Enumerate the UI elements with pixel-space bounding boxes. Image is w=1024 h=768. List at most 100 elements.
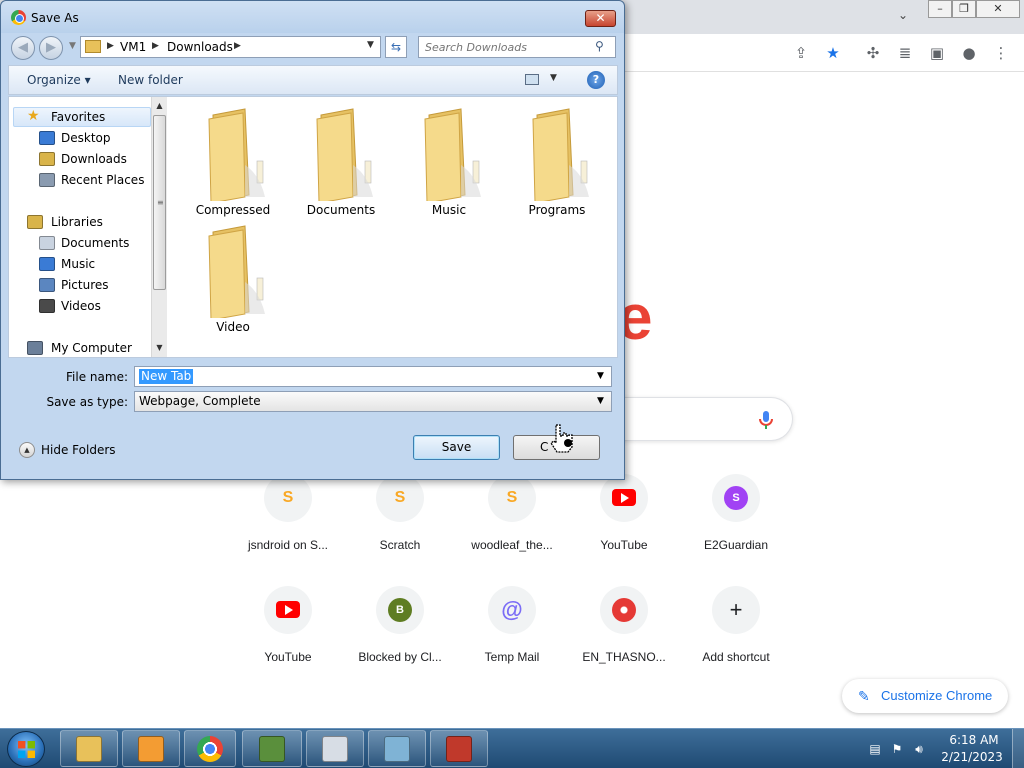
scroll-up-icon[interactable]: ▲: [152, 99, 167, 113]
tab-list-dropdown[interactable]: ⌄: [898, 8, 908, 22]
hide-folders-button[interactable]: ▲ Hide Folders: [19, 441, 119, 459]
shortcut-tile[interactable]: S Scratch: [344, 474, 456, 574]
desktop-icon: [39, 131, 55, 145]
organize-button[interactable]: Organize ▾: [27, 73, 91, 87]
search-icon[interactable]: ⚲: [595, 39, 604, 53]
folder-label: Video: [216, 320, 250, 334]
save-as-type-dropdown-icon[interactable]: ▼: [597, 396, 604, 406]
taskbar-snipping-tool-button[interactable]: [430, 730, 488, 767]
back-button[interactable]: ◀: [11, 36, 35, 60]
nav-item-desktop[interactable]: Desktop: [9, 128, 149, 148]
chrome-close-button[interactable]: ✕: [976, 0, 1020, 18]
show-desktop-button[interactable]: [1012, 729, 1024, 768]
scroll-down-icon[interactable]: ▼: [152, 341, 167, 355]
taskbar-solitaire-button[interactable]: [306, 730, 364, 767]
folder-label: Programs: [528, 203, 586, 217]
shortcut-icon-circle: +: [712, 586, 760, 634]
minimize-button[interactable]: –: [928, 0, 952, 18]
profile-avatar-icon[interactable]: ●: [958, 42, 980, 64]
kebab-menu-icon[interactable]: ⋮: [990, 42, 1012, 64]
taskbar-media-player-button[interactable]: [122, 730, 180, 767]
file-name-dropdown-icon[interactable]: ▼: [597, 371, 604, 381]
save-as-type-select[interactable]: Webpage, Complete ▼: [134, 391, 612, 412]
restore-button[interactable]: ❐: [952, 0, 976, 18]
dialog-close-button[interactable]: ✕: [585, 10, 616, 27]
breadcrumb-separator-icon[interactable]: ▶: [152, 41, 159, 51]
nav-item-music[interactable]: Music: [9, 254, 149, 274]
shortcut-label: Temp Mail: [484, 650, 540, 664]
file-name-input[interactable]: New Tab ▼: [134, 366, 612, 387]
search-input[interactable]: [418, 36, 616, 58]
google-search-box[interactable]: [620, 397, 793, 441]
address-dropdown-icon[interactable]: ▼: [367, 40, 374, 50]
shortcut-tile[interactable]: Swoodleaf_the...: [456, 474, 568, 574]
forward-button[interactable]: ▶: [39, 36, 63, 60]
shortcut-tile[interactable]: Sjsndroid on S...: [232, 474, 344, 574]
nav-item-documents[interactable]: Documents: [9, 233, 149, 253]
shortcut-tile[interactable]: @ Temp Mail: [456, 586, 568, 686]
shortcut-label: EN_THASNO...: [582, 650, 666, 664]
shortcut-tile[interactable]: EN_THASNO...: [568, 586, 680, 686]
start-button[interactable]: [7, 731, 45, 767]
breadcrumb-separator-icon[interactable]: ▶: [107, 41, 114, 51]
star-icon: ★: [27, 108, 40, 124]
customize-chrome-button[interactable]: ✎ Customize Chrome: [842, 679, 1008, 713]
save-as-dialog: Save As ✕ ◀ ▶ ▼ ▶ VM1 ▶ Downloads ▶ ▼ ⇆ …: [0, 0, 625, 480]
save-button[interactable]: Save: [413, 435, 500, 460]
share-icon[interactable]: ⇪: [790, 42, 812, 64]
new-folder-button[interactable]: New folder: [118, 73, 183, 87]
scrollbar-thumb[interactable]: ≡: [153, 115, 166, 290]
nav-item-recent-places[interactable]: Recent Places: [9, 170, 149, 190]
shortcut-tile[interactable]: YouTube: [232, 586, 344, 686]
network-icon[interactable]: ▤: [868, 742, 882, 756]
shortcut-icon-circle: [600, 474, 648, 522]
taskbar-chrome-button[interactable]: [184, 730, 236, 767]
file-name-value[interactable]: New Tab: [139, 369, 194, 384]
nav-item-pictures[interactable]: Pictures: [9, 275, 149, 295]
dialog-body: ★ Favorites Desktop Downloads Recent Places L…: [8, 96, 618, 358]
folder-icon: [208, 108, 265, 201]
folder-music[interactable]: Music: [395, 99, 503, 217]
shortcut-tile[interactable]: + Add shortcut: [680, 586, 792, 686]
microphone-icon[interactable]: [754, 408, 778, 432]
nav-item-videos[interactable]: Videos: [9, 296, 149, 316]
folder-documents[interactable]: Documents: [287, 99, 395, 217]
action-center-flag-icon[interactable]: ⚑: [890, 742, 904, 756]
help-icon[interactable]: ?: [587, 71, 605, 89]
recent-locations-dropdown[interactable]: ▼: [69, 41, 76, 51]
taskbar-csharp-button[interactable]: [242, 730, 302, 767]
shortcut-tile[interactable]: B Blocked by Cl...: [344, 586, 456, 686]
extensions-puzzle-icon[interactable]: ✣: [862, 42, 884, 64]
dialog-titlebar[interactable]: Save As ✕: [1, 1, 624, 33]
clock-date[interactable]: 2/21/2023: [936, 750, 1008, 764]
clock-time[interactable]: 6:18 AM: [944, 733, 1004, 747]
bookmark-star-icon[interactable]: ★: [822, 42, 844, 64]
nav-item-my-computer[interactable]: My Computer: [9, 338, 149, 358]
scratch-icon: S: [394, 489, 406, 506]
volume-icon[interactable]: 🔊︎: [912, 742, 926, 756]
folder-compressed[interactable]: Compressed: [179, 99, 287, 217]
shortcut-tile[interactable]: S E2Guardian: [680, 474, 792, 574]
navigation-pane: ★ Favorites Desktop Downloads Recent Places L…: [9, 97, 167, 357]
taskbar-notes-button[interactable]: [368, 730, 426, 767]
side-panel-icon[interactable]: ▣: [926, 42, 948, 64]
address-bar[interactable]: ▶ VM1 ▶ Downloads ▶ ▼: [80, 36, 381, 58]
collapse-arrow-icon: ▲: [19, 442, 35, 458]
taskbar-explorer-button[interactable]: [60, 730, 118, 767]
folder-video[interactable]: Video: [179, 216, 287, 334]
breadcrumb-separator-icon[interactable]: ▶: [234, 41, 241, 51]
refresh-button[interactable]: ⇆: [385, 36, 407, 58]
breadcrumb-downloads[interactable]: Downloads: [167, 40, 233, 54]
nav-item-libraries[interactable]: Libraries: [9, 212, 149, 232]
reading-list-icon[interactable]: ≣: [894, 42, 916, 64]
plus-icon: +: [729, 597, 743, 622]
navigation-scrollbar[interactable]: ▲ ≡ ▼: [151, 97, 167, 357]
breadcrumb-vm1[interactable]: VM1: [120, 40, 146, 54]
folder-programs[interactable]: Programs: [503, 99, 611, 217]
view-options-dropdown-icon[interactable]: ▼: [550, 73, 557, 83]
shortcut-tile[interactable]: YouTube: [568, 474, 680, 574]
nav-item-favorites[interactable]: ★ Favorites: [9, 107, 149, 127]
change-view-icon[interactable]: [525, 74, 539, 85]
dialog-title: Save As: [31, 11, 79, 25]
nav-item-downloads[interactable]: Downloads: [9, 149, 149, 169]
